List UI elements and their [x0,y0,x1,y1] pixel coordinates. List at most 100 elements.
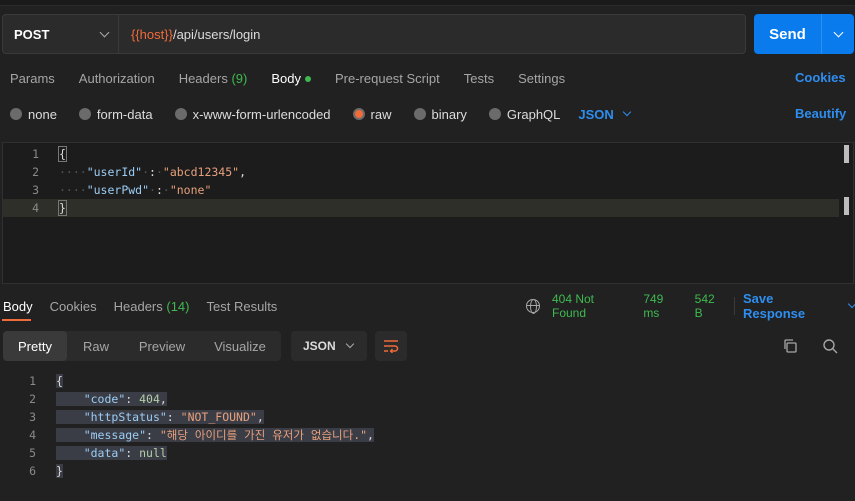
send-options-button[interactable] [821,14,854,54]
globe-icon[interactable] [526,299,540,314]
view-preview-button[interactable]: Preview [125,331,199,361]
request-body-editor[interactable]: 1 { 2 ····"userId"·:·"abcd12345", 3 ····… [2,142,854,284]
json-key: "httpStatus" [83,410,167,424]
tab-params[interactable]: Params [10,71,55,86]
beautify-link[interactable]: Beautify [795,106,846,121]
radio-indicator [488,108,501,120]
chevron-down-icon [622,107,632,117]
radio-label: none [28,106,57,122]
wrap-lines-icon [384,340,399,353]
radio-indicator [174,108,187,120]
radio-form-data[interactable]: form-data [78,107,153,122]
open-brace: { [58,146,67,162]
body-format-label: JSON [578,106,614,122]
method-select[interactable]: POST [3,15,119,53]
tab-headers-label: Headers [178,70,228,86]
radio-binary[interactable]: binary [413,106,467,122]
copy-button[interactable] [778,334,802,358]
headers-count: (9) [231,70,248,86]
status-code[interactable]: 404 Not Found [552,292,631,320]
view-pretty-button[interactable]: Pretty [3,331,67,361]
tab-response-cookies[interactable]: Cookies [50,299,97,314]
json-value: null [139,446,167,460]
json-value: "abcd12345" [162,165,240,179]
response-size[interactable]: 542 B [695,292,726,320]
wrap-lines-button[interactable] [375,331,407,361]
copy-icon [784,339,797,353]
url-host-variable: {{host}} [131,26,173,42]
tab-headers[interactable]: Headers (9) [179,71,248,86]
json-key: "data" [83,446,126,460]
radio-label: raw [370,106,392,122]
active-tab-underline [2,319,31,321]
open-brace: { [56,374,63,388]
send-button[interactable]: Send [754,14,821,54]
radio-indicator [78,108,91,120]
url-input[interactable]: {{host}}/api/users/login [119,15,260,53]
body-indicator-dot [304,76,311,83]
tab-prerequest-script[interactable]: Pre-request Script [335,71,440,86]
tab-settings[interactable]: Settings [518,71,565,86]
radio-indicator [413,108,426,120]
search-button[interactable] [818,334,842,358]
line-number: 3 [32,183,39,197]
json-value: 404 [139,392,160,406]
window-top-bar [0,0,855,6]
editor-line: 1 { [3,145,839,163]
editor-line-current: 4 } [3,199,839,217]
line-number: 2 [32,165,39,179]
tab-authorization[interactable]: Authorization [79,71,155,86]
response-time[interactable]: 749 ms [643,292,682,320]
cookies-link[interactable]: Cookies [795,70,846,85]
json-key: "message" [83,428,147,442]
tab-response-headers[interactable]: Headers (14) [114,299,190,314]
tab-test-results[interactable]: Test Results [207,299,278,314]
method-label: POST [14,26,50,42]
json-value: "none" [169,183,212,197]
tab-response-body[interactable]: Body [3,299,33,314]
radio-none[interactable]: none [10,107,57,122]
tab-tests[interactable]: Tests [464,71,494,86]
tab-body-label: Body [271,70,301,86]
line-number: 3 [29,410,36,424]
response-body-viewer[interactable]: 1 { 2 "code": 404, 3 "httpStatus": "NOT_… [0,372,855,501]
radio-label: GraphQL [506,106,561,122]
body-type-selector: none form-data x-www-form-urlencoded raw… [0,104,632,124]
divider [733,297,735,315]
chevron-down-icon[interactable] [847,299,855,309]
save-response-button[interactable]: Save Response [743,291,839,321]
line-number: 6 [29,464,36,478]
response-view-modes: Pretty Raw Preview Visualize [3,331,281,361]
chevron-down-icon [345,339,355,349]
response-line: 1 { [0,372,836,390]
radio-graphql[interactable]: GraphQL [488,106,561,122]
line-number: 5 [29,446,36,460]
json-key: "userPwd" [86,183,150,197]
close-brace: } [58,200,67,216]
radio-indicator [10,108,22,120]
response-line: 5 "data": null [0,444,836,462]
line-number: 2 [29,392,36,406]
response-format-select[interactable]: JSON [291,331,367,361]
editor-scrollbar-thumb[interactable] [844,197,849,215]
tab-response-headers-label: Headers [113,298,163,314]
tab-body[interactable]: Body [271,71,311,86]
radio-urlencoded[interactable]: x-www-form-urlencoded [174,107,331,122]
send-button-group: Send [754,14,854,54]
response-format-label: JSON [303,339,336,353]
url-path: /api/users/login [172,26,261,42]
chevron-down-icon [833,27,843,37]
editor-scrollbar[interactable] [844,145,849,163]
view-raw-button[interactable]: Raw [67,331,125,361]
body-format-select[interactable]: JSON [578,106,632,122]
view-visualize-button[interactable]: Visualize [199,331,281,361]
radio-label: binary [431,106,467,122]
response-line: 4 "message": "해당 아이디를 가진 유저가 없습니다.", [0,426,836,444]
editor-line: 2 ····"userId"·:·"abcd12345", [3,163,839,181]
response-line: 2 "code": 404, [0,390,836,408]
json-key: "userId" [86,165,143,179]
response-status-bar: 404 Not Found 749 ms 542 B Save Response [526,291,855,321]
radio-raw[interactable]: raw [352,106,392,122]
editor-line: 3 ····"userPwd"·:·"none" [3,181,839,199]
response-headers-count: (14) [166,298,190,314]
